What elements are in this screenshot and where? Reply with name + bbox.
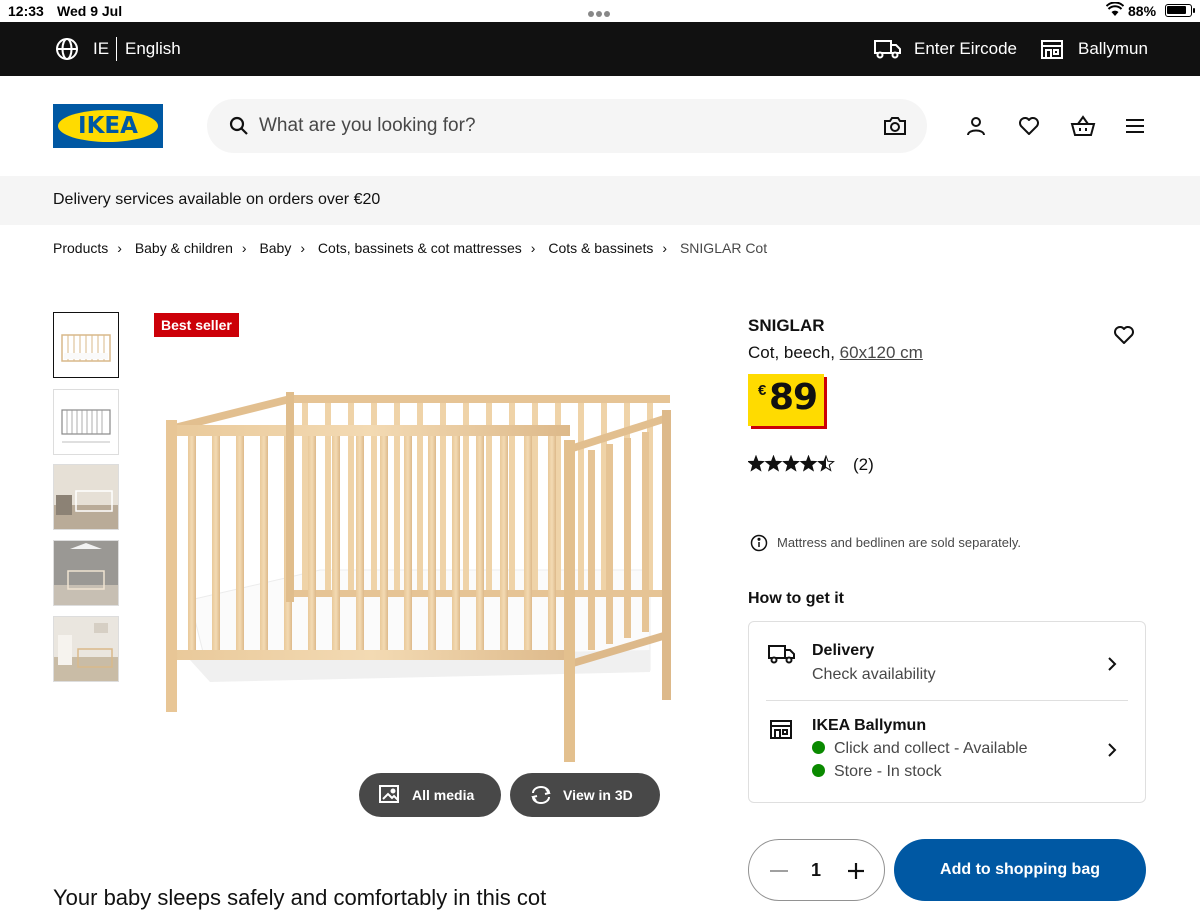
shopping-bag-icon[interactable] — [1070, 114, 1096, 138]
breadcrumb-products[interactable]: Products — [53, 240, 108, 256]
price-currency: € — [758, 382, 767, 399]
thumbnail-cot-front[interactable] — [53, 312, 119, 378]
product-type: Cot, beech, — [748, 343, 840, 362]
star-icon — [783, 456, 799, 471]
store-title: IKEA Ballymun — [812, 717, 927, 734]
battery-icon — [1165, 4, 1195, 17]
view-in-3d-button[interactable]: View in 3D — [510, 773, 660, 817]
room-thumbnail-image — [54, 465, 118, 529]
country-code[interactable]: IE — [93, 39, 109, 59]
availability-card: Delivery Check availability IKEA Ballymu… — [748, 621, 1146, 803]
product-name: SNIGLAR — [748, 316, 825, 335]
increase-quantity-button[interactable] — [846, 861, 866, 881]
store-icon[interactable] — [1040, 37, 1064, 61]
info-icon — [750, 534, 768, 552]
all-media-button[interactable]: All media — [359, 773, 501, 817]
breadcrumb-cots-bassinets[interactable]: Cots & bassinets — [548, 240, 653, 256]
header: IKEA — [0, 76, 1200, 176]
status-dot-green — [812, 764, 825, 777]
room-thumbnail-image — [54, 541, 118, 605]
decrease-quantity-button[interactable] — [770, 870, 788, 872]
enter-eircode-link[interactable]: Enter Eircode — [914, 39, 1017, 59]
product-description: Cot, beech, 60x120 cm — [748, 343, 923, 363]
chevron-right-icon: › — [530, 240, 536, 256]
wishlist-heart-icon[interactable] — [1017, 114, 1041, 138]
delivery-truck-icon — [768, 645, 795, 664]
breadcrumb: Products › Baby & children › Baby › Cots, b… — [53, 240, 767, 256]
account-icon[interactable] — [964, 114, 988, 138]
rating-stars-icon — [747, 454, 835, 472]
language-selector[interactable]: English — [125, 39, 181, 59]
battery-percent: 88% — [1128, 3, 1157, 19]
status-bar: 12:33 Wed 9 Jul 88% — [0, 0, 1200, 22]
room-thumbnail-image — [54, 617, 118, 681]
chevron-right-icon: › — [241, 240, 247, 256]
banner-text: Delivery services available on orders ov… — [53, 191, 381, 208]
search-input[interactable] — [259, 112, 859, 140]
info-note-text: Mattress and bedlinen are sold separatel… — [777, 535, 1022, 550]
quantity-value[interactable]: 1 — [811, 860, 821, 881]
divider — [116, 37, 117, 61]
breadcrumb-cots-bassinets-mattresses[interactable]: Cots, bassinets & cot mattresses — [318, 240, 522, 256]
delivery-banner[interactable]: Delivery services available on orders ov… — [0, 176, 1200, 225]
top-utility-bar: IE English Enter Eircode Ballymun — [0, 22, 1200, 76]
thumbnail-room-1[interactable] — [53, 464, 119, 530]
quantity-stepper: 1 — [748, 839, 885, 901]
favourite-heart-icon[interactable] — [1112, 323, 1136, 347]
store-selector[interactable]: Ballymun — [1078, 39, 1148, 59]
gallery-icon — [379, 785, 399, 803]
how-to-get-it-heading: How to get it — [748, 590, 844, 607]
star-icon — [765, 456, 782, 471]
thumbnail-room-2[interactable] — [53, 540, 119, 606]
chevron-right-icon — [1108, 657, 1117, 671]
price-tag: € 89 — [748, 374, 824, 426]
click-collect-status: Click and collect - Available — [812, 740, 1028, 758]
wifi-icon — [1106, 2, 1124, 16]
breadcrumb-current: SNIGLAR Cot — [679, 240, 768, 256]
search-icon — [229, 116, 248, 135]
chevron-right-icon: › — [300, 240, 306, 256]
delivery-title: Delivery — [812, 642, 875, 659]
cot-dimensions-image — [61, 409, 111, 443]
globe-icon[interactable] — [55, 37, 79, 61]
all-media-label: All media — [412, 787, 475, 803]
star-icon — [748, 456, 764, 471]
card-divider — [766, 700, 1128, 701]
price-amount: 89 — [769, 377, 818, 418]
rotate-3d-icon — [531, 786, 551, 804]
multitask-dots-icon[interactable] — [588, 4, 612, 20]
delivery-subtitle: Check availability — [812, 666, 936, 683]
delivery-truck-icon[interactable] — [874, 38, 902, 60]
ikea-logo[interactable]: IKEA — [53, 104, 163, 148]
product-summary-text: Your baby sleeps safely and comfortably … — [53, 885, 547, 910]
status-dot-green — [812, 741, 825, 754]
chevron-right-icon — [1108, 743, 1117, 757]
chevron-right-icon: › — [662, 240, 668, 256]
star-icon — [800, 456, 817, 471]
status-date: Wed 9 Jul — [57, 3, 123, 19]
camera-search-icon[interactable] — [883, 115, 907, 137]
status-time: 12:33 — [8, 3, 44, 19]
cot-thumbnail-image — [61, 334, 111, 362]
rating[interactable]: (2) — [747, 454, 874, 478]
view-in-3d-label: View in 3D — [563, 787, 633, 803]
logo-text: IKEA — [78, 113, 138, 139]
thumbnail-room-3[interactable] — [53, 616, 119, 682]
product-size-link[interactable]: 60x120 cm — [840, 343, 923, 362]
menu-hamburger-icon[interactable] — [1124, 114, 1146, 138]
review-count[interactable]: (2) — [853, 455, 874, 475]
search-bar[interactable] — [207, 99, 927, 153]
store-icon — [770, 720, 792, 739]
breadcrumb-baby-children[interactable]: Baby & children — [135, 240, 233, 256]
product-main-image[interactable] — [150, 300, 690, 780]
chevron-right-icon: › — [117, 240, 122, 256]
add-to-shopping-bag-button[interactable]: Add to shopping bag — [894, 839, 1146, 901]
thumbnail-cot-dimensions[interactable] — [53, 389, 119, 455]
breadcrumb-baby[interactable]: Baby — [259, 240, 291, 256]
store-stock-status: Store - In stock — [812, 763, 942, 781]
